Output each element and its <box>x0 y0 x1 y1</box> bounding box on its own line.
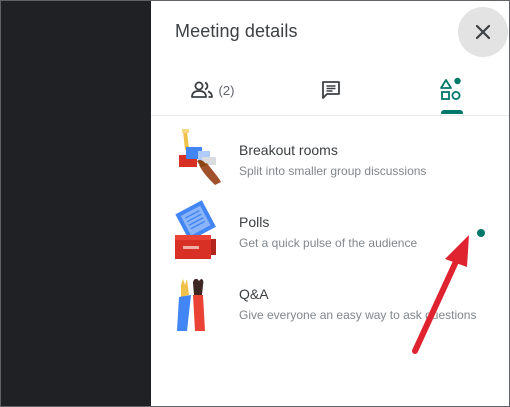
tab-activities[interactable] <box>431 65 471 115</box>
chat-icon <box>322 81 340 99</box>
tab-people[interactable]: (2) <box>177 65 247 115</box>
people-icon <box>190 81 213 98</box>
activity-qa[interactable]: Q&A Give everyone an easy way to ask que… <box>151 267 509 337</box>
screenshot-frame: Meeting details (2) Breakout rooms Split… <box>0 0 510 407</box>
activity-title: Polls <box>239 214 270 230</box>
close-icon <box>475 24 491 40</box>
activity-subtitle: Split into smaller group discussions <box>239 164 427 178</box>
panel-title: Meeting details <box>175 21 298 41</box>
activity-subtitle: Give everyone an easy way to ask questio… <box>239 308 477 322</box>
close-button[interactable] <box>458 7 508 57</box>
activity-title: Breakout rooms <box>239 142 338 158</box>
activity-title: Q&A <box>239 286 269 302</box>
meeting-details-panel: Meeting details (2) Breakout rooms Split… <box>151 1 509 406</box>
tab-chat[interactable] <box>311 65 351 115</box>
activity-polls[interactable]: Polls Get a quick pulse of the audience <box>151 195 509 265</box>
panel-tabs: (2) <box>151 65 509 116</box>
activity-breakout-rooms[interactable]: Breakout rooms Split into smaller group … <box>151 123 509 193</box>
active-tab-indicator <box>441 110 463 114</box>
activity-subtitle: Get a quick pulse of the audience <box>239 236 418 250</box>
polls-illustration-icon <box>175 200 216 259</box>
people-count: (2) <box>218 82 235 98</box>
new-activity-dot <box>477 229 485 237</box>
breakout-rooms-illustration-icon <box>179 129 221 185</box>
qa-illustration-icon <box>177 278 205 331</box>
activities-icon <box>440 77 461 100</box>
meeting-video-area <box>1 1 151 406</box>
